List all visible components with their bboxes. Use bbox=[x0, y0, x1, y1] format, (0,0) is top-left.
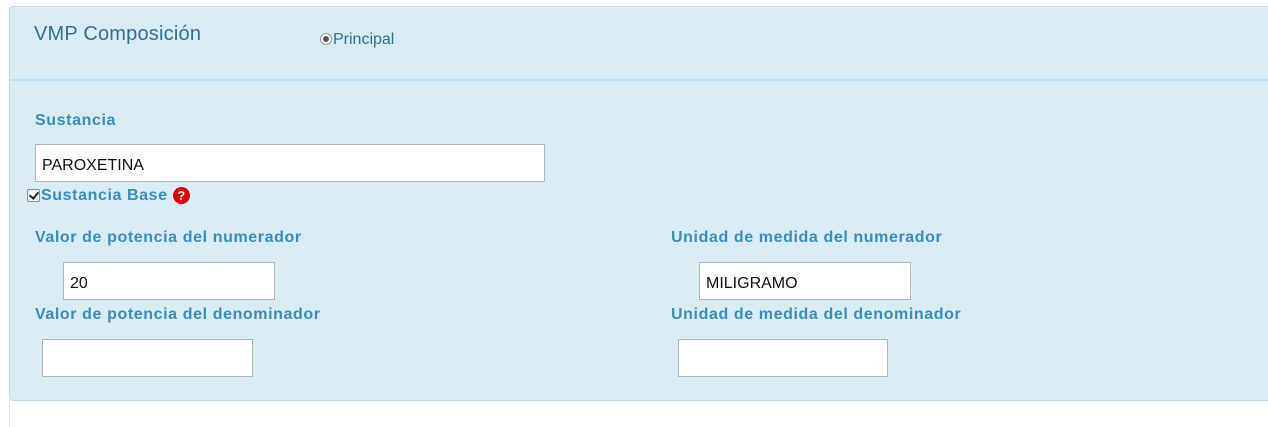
principal-radio-option[interactable]: Principal bbox=[320, 27, 394, 49]
sustancia-label: Sustancia bbox=[35, 112, 116, 129]
valor-numerador-label: Valor de potencia del numerador bbox=[35, 229, 302, 246]
unidad-denominador-input[interactable] bbox=[678, 339, 888, 377]
valor-numerador-input[interactable] bbox=[63, 262, 275, 300]
sustancia-base-label: Sustancia Base bbox=[41, 187, 168, 204]
sustancia-base-row: Sustancia Base ? bbox=[27, 185, 190, 205]
valor-denominador-input[interactable] bbox=[42, 339, 253, 377]
sustancia-input[interactable] bbox=[35, 144, 545, 182]
principal-radio[interactable] bbox=[320, 32, 332, 45]
panel-heading: VMP Composición Principal bbox=[10, 7, 1268, 81]
divider bbox=[9, 401, 10, 427]
question-circle-icon[interactable]: ? bbox=[172, 187, 190, 204]
unidad-numerador-label: Unidad de medida del numerador bbox=[671, 229, 943, 246]
sustancia-base-checkbox[interactable] bbox=[27, 188, 40, 202]
principal-radio-label: Principal bbox=[333, 30, 395, 48]
unidad-numerador-input[interactable] bbox=[699, 262, 911, 300]
panel-title: VMP Composición bbox=[34, 23, 202, 45]
valor-denominador-label: Valor de potencia del denominador bbox=[35, 306, 321, 323]
unidad-denominador-label: Unidad de medida del denominador bbox=[671, 306, 962, 323]
